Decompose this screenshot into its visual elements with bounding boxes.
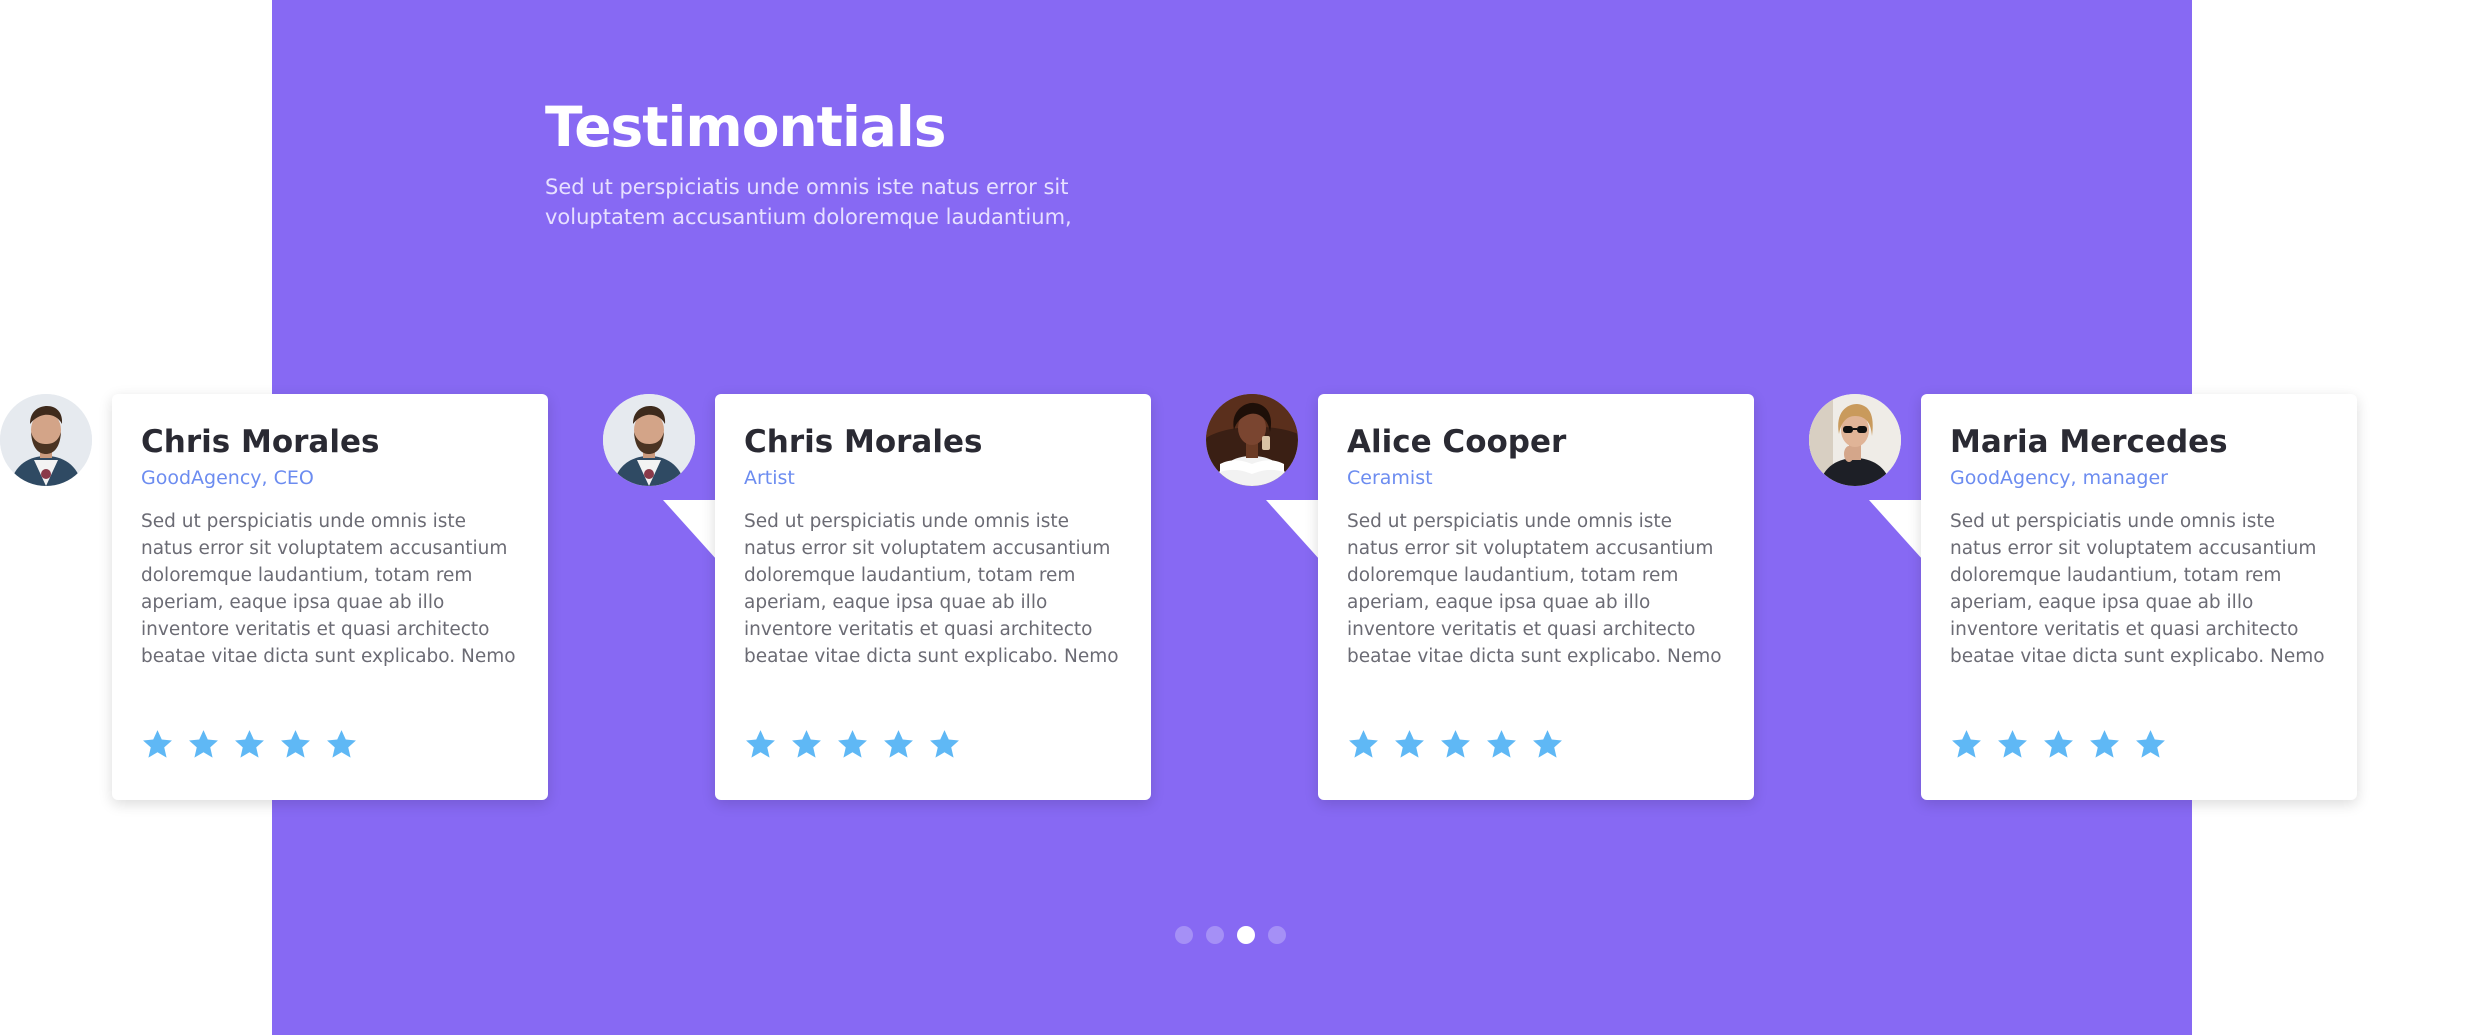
testimonial-card-body: Maria Mercedes GoodAgency, manager Sed u… (1921, 394, 2357, 800)
reviewer-name: Maria Mercedes (1950, 424, 2228, 460)
testimonial-quote: Sed ut perspiciatis unde omnis iste natu… (141, 511, 516, 667)
star-icon (746, 730, 775, 758)
bearded-man-avatar-icon (0, 394, 92, 486)
testimonial-card-3: Maria Mercedes GoodAgency, manager Sed u… (1809, 394, 2369, 802)
speech-bubble-tail (663, 500, 717, 560)
testimonial-card-2: Alice Cooper Ceramist Sed ut perspiciati… (1206, 394, 1766, 802)
reviewer-name: Alice Cooper (1347, 424, 1567, 460)
speech-bubble-tail (60, 500, 114, 560)
carousel-dot-1[interactable] (1175, 926, 1193, 944)
reviewer-name: Chris Morales (744, 424, 983, 460)
star-icon (2090, 730, 2119, 758)
reviewer-role: Ceramist (1347, 467, 1433, 489)
star-icon (930, 730, 959, 758)
carousel-dot-2[interactable] (1206, 926, 1224, 944)
testimonial-card-1: Chris Morales Artist Sed ut perspiciatis… (603, 394, 1163, 802)
star-rating (141, 728, 358, 761)
carousel-pagination (1175, 926, 1286, 944)
star-icon (189, 730, 218, 758)
star-icon (2044, 730, 2073, 758)
speech-bubble-tail (1266, 500, 1320, 560)
testimonials-section: Testimontials Sed ut perspiciatis unde o… (0, 0, 2473, 1035)
section-subtitle: Sed ut perspiciatis unde omnis iste natu… (545, 175, 1072, 229)
star-icon (792, 730, 821, 758)
star-icon (884, 730, 913, 758)
star-icon (1487, 730, 1516, 758)
star-icon (1395, 730, 1424, 758)
star-rating (1347, 728, 1564, 761)
reviewer-name: Chris Morales (141, 424, 380, 460)
speech-bubble-tail (1869, 500, 1923, 560)
star-rating (1950, 728, 2167, 761)
star-icon (2136, 730, 2165, 758)
carousel-dot-3[interactable] (1237, 926, 1255, 944)
star-icon (838, 730, 867, 758)
testimonial-card-0: Chris Morales GoodAgency, CEO Sed ut per… (0, 394, 560, 802)
star-icon (1441, 730, 1470, 758)
section-title: Testimontials (545, 95, 946, 159)
carousel-dot-4[interactable] (1268, 926, 1286, 944)
star-icon (327, 730, 356, 758)
testimonial-quote: Sed ut perspiciatis unde omnis iste natu… (744, 511, 1119, 667)
testimonial-card-body: Alice Cooper Ceramist Sed ut perspiciati… (1318, 394, 1754, 800)
star-icon (281, 730, 310, 758)
reviewer-role: GoodAgency, manager (1950, 467, 2168, 489)
woman-dark-avatar-icon (1206, 394, 1298, 486)
reviewer-role: Artist (744, 467, 795, 489)
testimonial-quote: Sed ut perspiciatis unde omnis iste natu… (1347, 511, 1722, 667)
testimonial-card-body: Chris Morales GoodAgency, CEO Sed ut per… (112, 394, 548, 800)
bearded-man-avatar-icon (603, 394, 695, 486)
star-rating (744, 728, 961, 761)
star-icon (1952, 730, 1981, 758)
star-icon (235, 730, 264, 758)
star-icon (143, 730, 172, 758)
reviewer-role: GoodAgency, CEO (141, 467, 314, 489)
testimonial-card-body: Chris Morales Artist Sed ut perspiciatis… (715, 394, 1151, 800)
testimonial-quote: Sed ut perspiciatis unde omnis iste natu… (1950, 511, 2325, 667)
star-icon (1533, 730, 1562, 758)
star-icon (1349, 730, 1378, 758)
star-icon (1998, 730, 2027, 758)
woman-sunglasses-avatar-icon (1809, 394, 1901, 486)
